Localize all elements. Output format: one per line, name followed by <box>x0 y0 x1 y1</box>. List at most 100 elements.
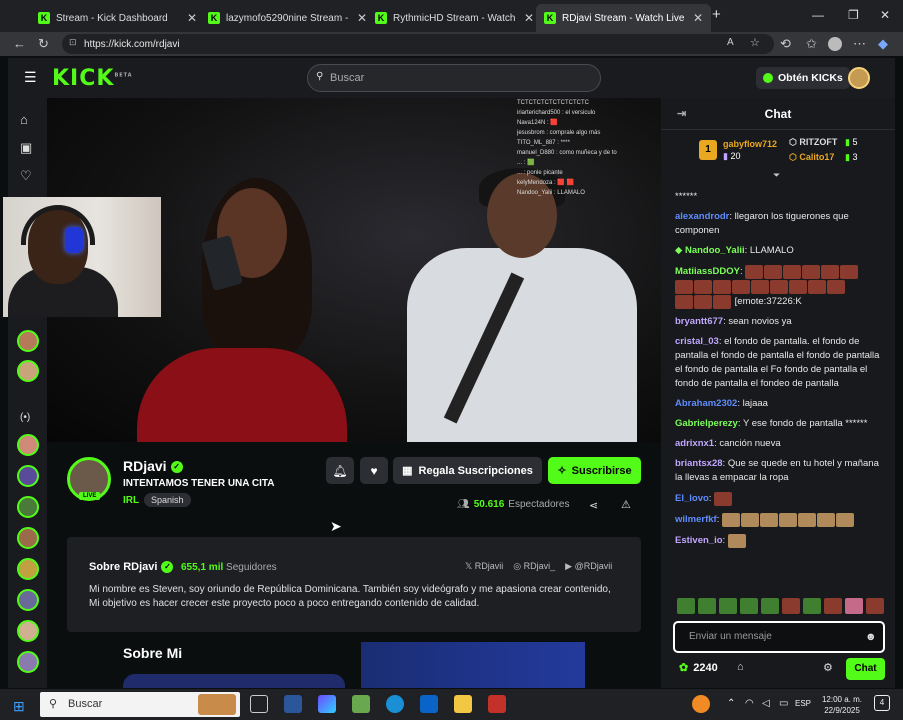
leader-name[interactable]: gabyflow712 <box>723 139 777 149</box>
chat-username[interactable]: Nandoo_Yalii <box>685 245 745 256</box>
kicks-balance[interactable]: ✿ 2240 <box>679 661 718 675</box>
chat-username[interactable]: bryantt677 <box>675 316 723 327</box>
emoji-icon[interactable]: ☻ <box>865 623 877 651</box>
browse-icon[interactable]: ▣ <box>20 140 32 156</box>
chat-username[interactable]: Abraham2302 <box>675 398 737 409</box>
word-icon[interactable] <box>284 695 302 713</box>
social-x-link[interactable]: 𝕏 RDjavii <box>465 561 503 572</box>
send-chat-button[interactable]: Chat <box>846 658 885 680</box>
chat-username[interactable]: Gabrielperezy <box>675 418 738 429</box>
channel-avatar[interactable] <box>17 558 39 580</box>
maximize-icon[interactable]: ❐ <box>848 8 859 22</box>
emote-icon[interactable] <box>698 598 716 614</box>
chat-username[interactable]: wilmerfkf <box>675 514 717 525</box>
clock[interactable]: 12:00 a. m. 22/9/2025 <box>818 694 866 716</box>
channel-avatar[interactable] <box>17 496 39 518</box>
minimize-icon[interactable]: — <box>812 8 824 22</box>
tab-rythmichd[interactable]: K RythmicHD Stream - Watch Live o ✕ <box>367 4 542 32</box>
taskbar-search[interactable]: ⚲ Buscar <box>40 692 240 717</box>
kick-logo[interactable]: KICKBETA <box>52 66 133 91</box>
report-icon[interactable]: ⚠ <box>621 498 631 511</box>
chat-input[interactable]: Enviar un mensaje ☻ <box>673 621 885 653</box>
chat-username[interactable]: briantsx28 <box>675 458 723 469</box>
favorites-icon[interactable]: ✩ <box>806 36 817 52</box>
emote-icon[interactable] <box>866 598 884 614</box>
close-tab-icon[interactable]: ✕ <box>357 11 367 25</box>
channel-avatar[interactable] <box>17 465 39 487</box>
leader-name[interactable]: RITZOFT <box>799 137 837 147</box>
emote-icon[interactable] <box>677 598 695 614</box>
social-instagram-link[interactable]: ◎ RDjavi_ <box>513 561 555 572</box>
channel-avatar[interactable] <box>17 527 39 549</box>
back-icon[interactable]: ← <box>13 36 26 51</box>
leader-name[interactable]: Calito17 <box>799 152 834 162</box>
edge-icon[interactable] <box>386 695 404 713</box>
gift-subs-button[interactable]: ▦ Regala Suscripciones <box>393 457 542 484</box>
favorite-star-icon[interactable]: ☆ <box>750 36 760 49</box>
home-icon[interactable]: ⌂ <box>20 112 28 127</box>
powerpoint-icon[interactable] <box>488 695 506 713</box>
file-explorer-icon[interactable] <box>454 695 472 713</box>
tab-lazymofo[interactable]: K lazymofo5290nine Stream - Wa ✕ <box>200 4 375 32</box>
chat-username[interactable]: Estiven_io <box>675 535 723 546</box>
minecraft-icon[interactable] <box>352 695 370 713</box>
following-heart-icon[interactable]: ♡ <box>20 168 32 184</box>
refresh-icon[interactable]: ↻ <box>38 36 49 52</box>
outlook-icon[interactable] <box>420 695 438 713</box>
sponsor-banner[interactable] <box>361 642 585 688</box>
windows-start-icon[interactable]: ⊞ <box>13 698 25 715</box>
channel-avatar[interactable] <box>17 434 39 456</box>
followed-channel-avatar[interactable] <box>17 360 39 382</box>
copilot-app-icon[interactable] <box>318 695 336 713</box>
notification-center-badge[interactable]: 4 <box>874 695 890 711</box>
tab-kick-dashboard[interactable]: K Stream - Kick Dashboard ✕ <box>30 4 205 32</box>
chat-username[interactable]: alexandrodr <box>675 211 729 222</box>
notification-bell-button[interactable]: 🔔︎ <box>326 457 354 484</box>
language-tag[interactable]: Spanish <box>144 493 191 507</box>
search-input[interactable]: ⚲ Buscar <box>307 64 601 92</box>
new-tab-icon[interactable]: + <box>712 6 721 23</box>
subscribe-button[interactable]: ✧ Suscribirse <box>548 457 641 484</box>
emote-icon[interactable] <box>782 598 800 614</box>
emote-icon[interactable] <box>824 598 842 614</box>
close-tab-icon[interactable]: ✕ <box>187 11 197 25</box>
close-tab-icon[interactable]: ✕ <box>693 11 703 25</box>
chat-username[interactable]: cristal_03 <box>675 336 719 347</box>
chat-username[interactable]: adrixnx1 <box>675 438 714 449</box>
chat-username[interactable]: El_lovo <box>675 493 709 504</box>
chat-username[interactable]: MatiiassDDOY <box>675 266 740 277</box>
follow-heart-button[interactable]: ♥ <box>360 457 388 484</box>
followed-channel-avatar[interactable] <box>17 330 39 352</box>
profile-icon[interactable] <box>828 37 842 51</box>
about-panel-banner[interactable] <box>123 674 345 688</box>
extensions-icon[interactable]: ⟲ <box>780 36 791 52</box>
copilot-icon[interactable]: ◆ <box>878 36 888 52</box>
battery-icon[interactable]: ▭ <box>779 698 788 709</box>
url-field[interactable]: ⊡ https://kick.com/rdjavi A ☆ <box>62 34 774 54</box>
close-window-icon[interactable]: ✕ <box>880 8 890 22</box>
chat-settings-gear-icon[interactable]: ⚙ <box>823 661 833 674</box>
streamer-name[interactable]: RDjavi ✓ <box>123 458 183 474</box>
channel-avatar[interactable] <box>17 651 39 673</box>
hamburger-menu-icon[interactable]: ☰ <box>24 69 37 86</box>
volume-icon[interactable]: ◁ <box>762 698 770 709</box>
weather-icon[interactable] <box>692 695 710 713</box>
get-kicks-button[interactable]: Obtén KICKs <box>756 67 850 89</box>
tab-rdjavi[interactable]: K RDjavi Stream - Watch Live o ✕ <box>536 4 712 32</box>
tray-chevron-icon[interactable]: ⌃ <box>727 698 735 709</box>
user-avatar[interactable] <box>848 67 870 89</box>
menu-dots-icon[interactable]: ⋯ <box>853 36 866 52</box>
channel-avatar[interactable] <box>17 620 39 642</box>
emote-icon[interactable] <box>761 598 779 614</box>
wifi-icon[interactable]: ◠ <box>745 698 754 709</box>
expand-leaderboard-icon[interactable]: ⏷ <box>773 170 780 181</box>
store-icon[interactable]: ⌂ <box>737 661 744 673</box>
close-tab-icon[interactable]: ✕ <box>524 11 534 25</box>
emote-icon[interactable] <box>803 598 821 614</box>
language-indicator[interactable]: ESP <box>795 698 811 709</box>
read-aloud-icon[interactable]: A <box>727 37 734 48</box>
category-link[interactable]: IRL <box>123 495 139 506</box>
social-youtube-link[interactable]: ▶ @RDjavii <box>565 561 612 572</box>
site-info-icon[interactable]: ⊡ <box>69 37 77 48</box>
emote-icon[interactable] <box>740 598 758 614</box>
